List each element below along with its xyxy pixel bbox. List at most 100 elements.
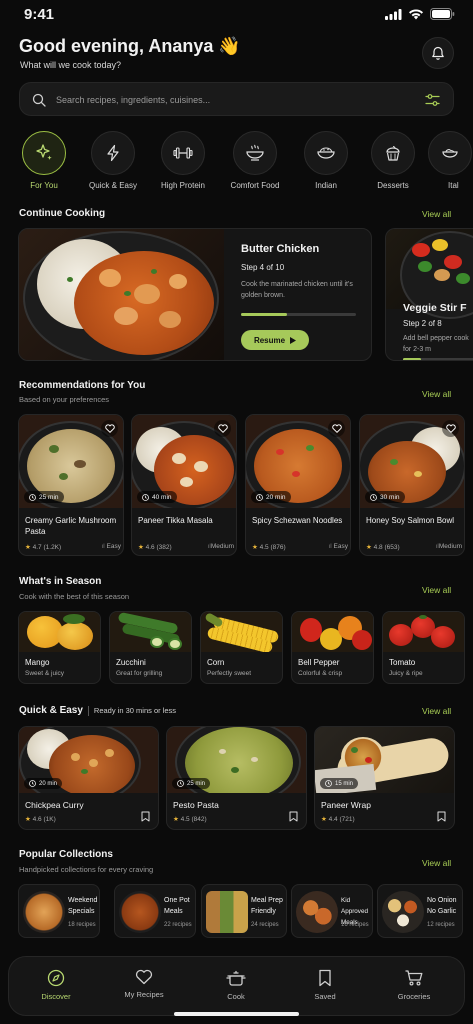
resume-button[interactable]: Resume — [241, 330, 309, 350]
collection-count: 24 recipes — [251, 922, 279, 928]
pot-icon — [226, 970, 246, 986]
recipe-card[interactable]: 20 min Spicy Schezwan Noodles ★ 4.5 (876… — [245, 414, 351, 556]
section-subtitle-season: Cook with the best of this season — [19, 592, 130, 601]
collection-count: 22 recipes — [164, 922, 192, 928]
continue-card-butter-chicken[interactable]: Butter Chicken Step 4 of 10 Cook the mar… — [18, 228, 372, 361]
favorite-button[interactable] — [214, 420, 231, 437]
cook-time-badge: 25 min — [24, 491, 64, 503]
collection-card[interactable]: No Onion No Garlic 12 recipes — [377, 884, 463, 938]
heart-icon — [331, 424, 342, 433]
search-icon — [32, 93, 46, 107]
recipe-difficulty: Medium — [210, 543, 234, 550]
continue-card-step: Step 2 of 8 — [403, 319, 442, 328]
star-icon: ★ — [173, 816, 179, 823]
favorite-button[interactable] — [328, 420, 345, 437]
nav-label: My Recipes — [124, 990, 164, 999]
notifications-button[interactable] — [422, 37, 454, 69]
category-quick-easy[interactable]: Quick & Easy — [78, 131, 148, 190]
recipe-rating: 4.6 (1K) — [32, 816, 56, 823]
continue-card-instruction: Add bell pepper cook for 2-3 m — [403, 335, 469, 353]
nav-groceries[interactable]: Groceries — [379, 969, 449, 1001]
search-bar[interactable]: Search recipes, ingredients, cuisines... — [19, 82, 454, 116]
nav-discover[interactable]: Discover — [21, 969, 91, 1001]
view-all-collections[interactable]: View all — [422, 858, 451, 868]
cupcake-icon — [386, 145, 400, 161]
recipe-meta: ★ 4.5 (876) ıl Easy — [252, 543, 348, 551]
category-comfort-food[interactable]: Comfort Food — [220, 131, 290, 190]
season-card-mango[interactable]: Mango Sweet & juicy — [18, 611, 101, 684]
continue-card-veggie-stir-fry[interactable]: Veggie Stir F Step 2 of 8 Add bell peppe… — [385, 228, 473, 361]
view-all-recommendations[interactable]: View all — [422, 389, 451, 399]
nav-my-recipes[interactable]: My Recipes — [109, 969, 179, 999]
nav-cook[interactable]: Cook — [201, 969, 271, 1001]
recipe-rating: 4.8 (653) — [373, 544, 400, 551]
cart-icon — [405, 970, 423, 986]
category-label: Comfort Food — [230, 181, 280, 190]
nav-saved[interactable]: Saved — [290, 969, 360, 1001]
collection-card[interactable]: One Pot Meals 22 recipes — [114, 884, 196, 938]
heart-icon — [104, 424, 115, 433]
section-title-collections: Popular Collections — [19, 849, 113, 860]
collection-card[interactable]: Kid Approved Meals 16 recipes — [291, 884, 373, 938]
section-title-continue-cooking: Continue Cooking — [19, 208, 106, 219]
filter-icon[interactable] — [425, 93, 440, 107]
collection-card[interactable]: Meal Prep Friendly 24 recipes — [201, 884, 287, 938]
heart-icon — [135, 969, 153, 985]
category-label: Quick & Easy — [88, 181, 137, 190]
status-time: 9:41 — [24, 6, 55, 23]
season-desc: Colorful & crisp — [298, 670, 343, 677]
bookmark-icon[interactable] — [141, 811, 150, 822]
season-card-zucchini[interactable]: Zucchini Great for grilling — [109, 611, 192, 684]
cook-time-badge: 20 min — [24, 778, 63, 789]
view-all-season[interactable]: View all — [422, 585, 451, 595]
nav-label: Cook — [227, 992, 245, 1001]
recipe-card[interactable]: 40 min Paneer Tikka Masala ★ 4.6 (382) ıl… — [131, 414, 237, 556]
category-label: For You — [30, 181, 58, 190]
quick-recipe-card[interactable]: 15 min Paneer Wrap ★ 4.4 (721) — [314, 726, 455, 830]
collection-count: 12 recipes — [427, 922, 455, 928]
continue-card-title: Butter Chicken — [241, 243, 320, 255]
category-for-you[interactable]: For You — [9, 131, 79, 190]
section-title-quick-easy: Quick & Easy — [19, 705, 83, 716]
collection-card[interactable]: Weekend Specials 18 recipes — [18, 884, 100, 938]
recipe-card[interactable]: 25 min Creamy Garlic Mushroom Pasta ★ 4.… — [18, 414, 124, 556]
favorite-button[interactable] — [442, 420, 459, 437]
category-label: Indian — [315, 181, 337, 190]
quick-recipe-card[interactable]: 25 min Pesto Pasta ★ 4.5 (842) — [166, 726, 307, 830]
category-indian[interactable]: Indian — [291, 131, 361, 190]
recipe-card[interactable]: 30 min Honey Soy Salmon Bowl ★ 4.8 (653)… — [359, 414, 465, 556]
season-card-bell-pepper[interactable]: Bell Pepper Colorful & crisp — [291, 611, 374, 684]
continue-card-step: Step 4 of 10 — [241, 263, 285, 272]
category-label: Desserts — [377, 181, 409, 190]
section-title-recommendations: Recommendations for You — [19, 380, 146, 391]
quick-recipe-card[interactable]: 20 min Chickpea Curry ★ 4.6 (1K) — [18, 726, 159, 830]
recipe-name: Chickpea Curry — [25, 800, 84, 810]
season-desc: Sweet & juicy — [25, 670, 65, 677]
search-input[interactable]: Search recipes, ingredients, cuisines... — [56, 95, 210, 105]
star-icon: ★ — [321, 816, 327, 823]
bookmark-icon[interactable] — [289, 811, 298, 822]
category-desserts[interactable]: Desserts — [358, 131, 428, 190]
category-high-protein[interactable]: High Protein — [148, 131, 218, 190]
season-card-corn[interactable]: Corn Perfectly sweet — [200, 611, 283, 684]
collection-image — [119, 891, 161, 933]
season-card-tomato[interactable]: Tomato Juicy & ripe — [382, 611, 465, 684]
view-all-continue-cooking[interactable]: View all — [422, 209, 451, 219]
resume-label: Resume — [253, 335, 286, 345]
category-italian[interactable]: Ital — [428, 131, 473, 190]
bookmark-icon — [319, 969, 331, 987]
collection-image — [296, 891, 338, 933]
season-image — [201, 612, 282, 652]
section-subtitle-quick-easy: Ready in 30 mins or less — [93, 706, 177, 715]
view-all-quick-easy[interactable]: View all — [422, 706, 451, 716]
bookmark-icon[interactable] — [437, 811, 446, 822]
collection-name: Weekend Specials — [68, 897, 98, 915]
bell-icon — [432, 46, 444, 60]
collection-name: No Onion No Garlic — [427, 897, 457, 915]
cook-time-badge: 15 min — [320, 778, 359, 789]
signal-icon — [385, 8, 402, 20]
recipe-meta: ★ 4.7 (1.2K) ıl Easy — [25, 543, 121, 551]
favorite-button[interactable] — [101, 420, 118, 437]
season-name: Corn — [207, 658, 225, 667]
collection-count: 16 recipes — [341, 922, 369, 928]
